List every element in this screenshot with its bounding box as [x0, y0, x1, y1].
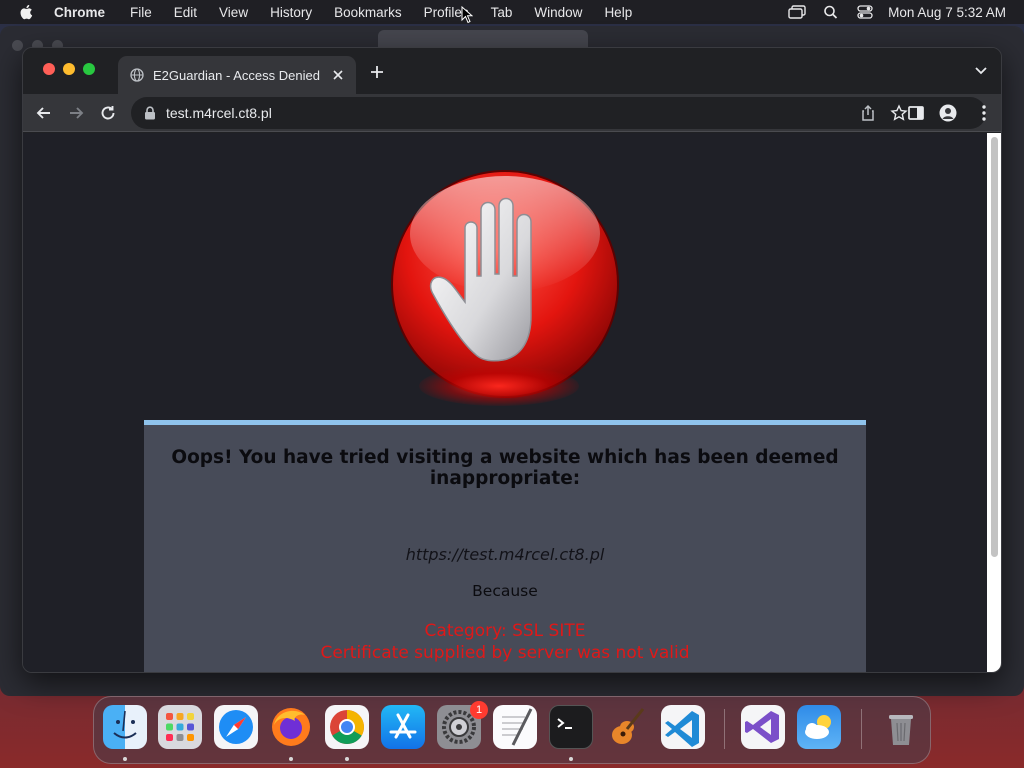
vscode-icon[interactable]	[661, 705, 705, 749]
menu-tab[interactable]: Tab	[491, 5, 513, 20]
window-minimize-button[interactable]	[63, 63, 75, 75]
garageband-icon[interactable]	[605, 705, 649, 749]
forward-arrow-icon[interactable]	[67, 104, 85, 122]
globe-icon	[130, 68, 144, 82]
menu-window[interactable]: Window	[534, 5, 582, 20]
trash-icon[interactable]	[879, 705, 923, 749]
weather-cloud-sun	[805, 715, 831, 739]
browser-toolbar: test.m4rcel.ct8.pl	[23, 94, 1001, 132]
tab-active[interactable]: E2Guardian - Access Denied	[118, 56, 356, 94]
finder-icon[interactable]	[103, 705, 147, 749]
background-tab	[378, 30, 588, 48]
menu-bookmarks[interactable]: Bookmarks	[334, 5, 402, 20]
chrome-icon[interactable]	[325, 705, 369, 749]
access-denied-panel: Oops! You have tried visiting a website …	[144, 420, 866, 672]
share-icon[interactable]	[860, 104, 876, 122]
menu-view[interactable]: View	[219, 5, 248, 20]
running-indicator	[289, 757, 293, 761]
menu-edit[interactable]: Edit	[174, 5, 197, 20]
weather-icon[interactable]	[797, 705, 841, 749]
visual-studio-icon[interactable]	[741, 705, 785, 749]
block-reason: Category: SSL SITE Certificate supplied …	[144, 620, 866, 664]
app-store-logo	[389, 713, 417, 739]
lock-icon[interactable]	[144, 106, 156, 120]
launchpad-icon[interactable]	[158, 705, 202, 749]
bookmark-star-icon[interactable]	[890, 104, 908, 122]
block-category: Category: SSL SITE	[424, 621, 586, 641]
finder-face	[113, 710, 137, 739]
new-tab-icon[interactable]	[368, 63, 386, 81]
trash-can	[889, 715, 913, 745]
mouse-pointer-icon	[461, 6, 473, 24]
background-window-dot	[12, 40, 23, 51]
spotlight-search-icon[interactable]	[822, 5, 840, 19]
more-menu-icon[interactable]	[981, 104, 987, 122]
menu-app-name[interactable]: Chrome	[54, 5, 105, 20]
menu-help[interactable]: Help	[604, 5, 632, 20]
safari-compass	[219, 710, 253, 744]
chrome-window: E2Guardian - Access Denied test.m4rcel.c…	[22, 47, 1002, 673]
textedit-icon[interactable]	[493, 705, 537, 749]
reload-icon[interactable]	[99, 104, 117, 122]
dock-separator	[724, 709, 725, 749]
firefox-icon[interactable]	[269, 705, 313, 749]
vscode-logo	[665, 711, 699, 747]
running-indicator	[123, 757, 127, 761]
because-label: Because	[472, 582, 538, 600]
tab-close-icon[interactable]	[330, 67, 346, 83]
dock: 1	[93, 696, 931, 764]
chrome-logo	[330, 710, 364, 744]
page-scrollbar[interactable]	[987, 133, 1001, 672]
apple-menu-icon[interactable]	[18, 3, 36, 21]
window-zoom-button[interactable]	[83, 63, 95, 75]
side-panel-icon[interactable]	[907, 104, 925, 122]
textedit-page	[502, 708, 533, 746]
access-denied-headline: Oops! You have tried visiting a website …	[171, 447, 839, 489]
dock-separator	[861, 709, 862, 749]
scrollbar-thumb[interactable]	[991, 137, 998, 557]
notification-badge: 1	[470, 701, 488, 719]
terminal-icon[interactable]	[549, 705, 593, 749]
window-close-button[interactable]	[43, 63, 55, 75]
menu-bar-clock[interactable]: Mon Aug 7 5:32 AM	[888, 5, 1006, 20]
menu-file[interactable]: File	[130, 5, 152, 20]
launchpad-grid	[166, 713, 194, 741]
running-indicator	[569, 757, 573, 761]
stop-hand-icon	[383, 166, 627, 416]
address-bar[interactable]: test.m4rcel.ct8.pl	[131, 97, 986, 129]
terminal-prompt	[557, 718, 572, 729]
tab-strip: E2Guardian - Access Denied	[23, 48, 1001, 94]
control-center-icon[interactable]	[856, 5, 874, 19]
block-reason-detail: Certificate supplied by server was not v…	[320, 643, 690, 663]
back-arrow-icon[interactable]	[35, 104, 53, 122]
profile-avatar-icon[interactable]	[939, 104, 957, 122]
safari-icon[interactable]	[214, 705, 258, 749]
guitar	[612, 708, 645, 744]
menu-bar: Chrome File Edit View History Bookmarks …	[0, 0, 1024, 24]
stop-hand-glow	[419, 366, 579, 406]
address-url[interactable]: test.m4rcel.ct8.pl	[166, 105, 272, 121]
running-indicator	[345, 757, 349, 761]
menu-history[interactable]: History	[270, 5, 312, 20]
screen-mirroring-icon[interactable]	[788, 5, 806, 19]
tab-title: E2Guardian - Access Denied	[153, 67, 320, 83]
blocked-url: https://test.m4rcel.ct8.pl	[405, 545, 605, 564]
firefox-logo	[272, 708, 310, 746]
tab-search-chevron-icon[interactable]	[973, 64, 989, 78]
page-content: Oops! You have tried visiting a website …	[23, 133, 989, 672]
visual-studio-logo	[745, 711, 779, 743]
app-store-icon[interactable]	[381, 705, 425, 749]
